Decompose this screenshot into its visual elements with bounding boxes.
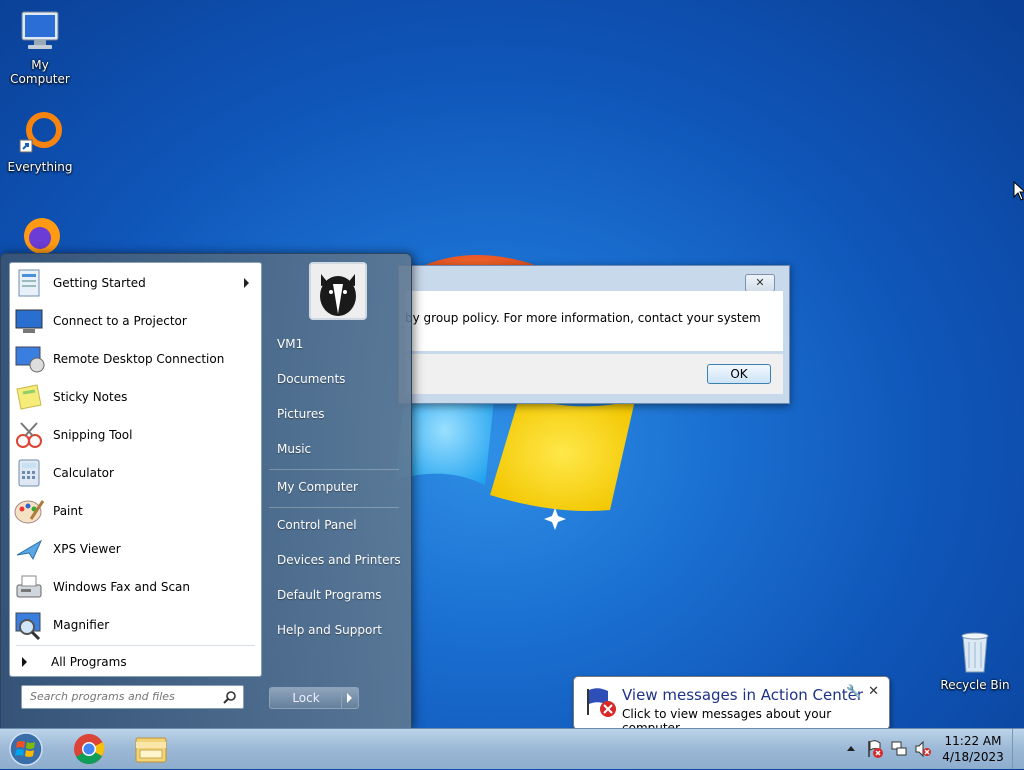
- clock-date: 4/18/2023: [942, 750, 1004, 764]
- action-center-tray-icon[interactable]: [866, 739, 884, 759]
- program-item-snipping-tool[interactable]: Snipping Tool: [10, 417, 261, 453]
- dialog-message: by group policy. For more information, c…: [405, 311, 761, 325]
- place-item-music[interactable]: Music: [269, 436, 404, 462]
- program-item-xps-viewer[interactable]: XPS Viewer: [10, 531, 261, 567]
- program-label: Magnifier: [53, 618, 110, 632]
- program-label: Windows Fax and Scan: [53, 580, 191, 594]
- places-separator: [269, 469, 399, 470]
- clock-time: 11:22 AM: [944, 734, 1002, 748]
- balloon-close-icon[interactable]: ✕: [868, 684, 879, 699]
- program-item-sticky-notes[interactable]: Sticky Notes: [10, 379, 261, 415]
- balloon-title: View messages in Action Center: [622, 686, 864, 704]
- paint-icon: [13, 495, 45, 527]
- desktop-icon-my-computer[interactable]: My Computer: [0, 10, 80, 86]
- submenu-arrow-icon: [244, 278, 249, 288]
- remote-desktop-icon: [13, 343, 45, 375]
- program-item-magnifier[interactable]: Magnifier: [10, 607, 261, 643]
- program-item-calculator[interactable]: Calculator: [10, 455, 261, 491]
- program-item-getting-started[interactable]: Getting Started: [10, 265, 261, 301]
- all-programs-button[interactable]: All Programs: [10, 651, 261, 673]
- shutdown-options-arrow-button[interactable]: [341, 687, 359, 709]
- program-label: Remote Desktop Connection: [53, 352, 225, 366]
- taskbar-explorer-button[interactable]: [126, 732, 176, 766]
- projector-icon: [13, 305, 45, 337]
- program-label: XPS Viewer: [53, 542, 121, 556]
- programs-pane: Getting Started Connect to a Projector R…: [9, 262, 262, 677]
- program-label: Calculator: [53, 466, 114, 480]
- program-label: Getting Started: [53, 276, 146, 290]
- sticky-notes-icon: [13, 381, 45, 413]
- explorer-icon: [135, 737, 167, 763]
- program-label: Connect to a Projector: [53, 314, 187, 328]
- getting-started-icon: [13, 267, 45, 299]
- all-programs-label: All Programs: [51, 655, 127, 669]
- magnifier-icon: [13, 609, 45, 641]
- ok-button[interactable]: OK: [707, 364, 771, 384]
- volume-muted-icon[interactable]: [914, 740, 932, 758]
- program-item-paint[interactable]: Paint: [10, 493, 261, 529]
- place-item-pictures[interactable]: Pictures: [269, 401, 404, 427]
- program-label: Paint: [53, 504, 83, 518]
- recycle-bin-icon: [951, 630, 999, 674]
- system-clock[interactable]: 11:22 AM 4/18/2023: [940, 733, 1006, 765]
- place-item-devices-printers[interactable]: Devices and Printers: [269, 547, 404, 573]
- wrench-icon[interactable]: 🔧: [846, 684, 861, 698]
- taskbar-chrome-button[interactable]: [64, 732, 114, 766]
- search-box[interactable]: [21, 685, 244, 709]
- place-item-my-computer[interactable]: My Computer: [269, 474, 404, 500]
- desktop-icon-label: Everything: [7, 160, 73, 174]
- mouse-cursor-icon: [1013, 181, 1024, 201]
- dialog-body: by group policy. For more information, c…: [405, 291, 783, 351]
- dialog-close-button[interactable]: ✕: [745, 274, 775, 292]
- xps-viewer-icon: [13, 533, 45, 565]
- place-item-control-panel[interactable]: Control Panel: [269, 512, 404, 538]
- firefox-icon: [16, 214, 64, 258]
- programs-separator: [16, 645, 255, 646]
- start-button[interactable]: [4, 731, 48, 767]
- user-avatar[interactable]: [309, 262, 367, 320]
- places-separator: [269, 507, 399, 508]
- desktop-icon-label: My Computer: [10, 58, 70, 86]
- all-programs-arrow-icon: [22, 657, 27, 667]
- program-item-fax-scan[interactable]: Windows Fax and Scan: [10, 569, 261, 605]
- computer-icon: [16, 10, 64, 54]
- place-item-documents[interactable]: Documents: [269, 366, 404, 392]
- windows-orb-icon: [9, 732, 43, 766]
- search-input[interactable]: [28, 689, 217, 704]
- taskbar: 11:22 AM 4/18/2023: [0, 728, 1024, 769]
- program-item-connect-projector[interactable]: Connect to a Projector: [10, 303, 261, 339]
- start-menu: Getting Started Connect to a Projector R…: [0, 253, 412, 729]
- calculator-icon: [13, 457, 45, 489]
- snipping-tool-icon: [13, 419, 45, 451]
- place-item-user[interactable]: VM1: [269, 331, 404, 357]
- lock-button[interactable]: Lock: [269, 687, 343, 709]
- place-item-default-programs[interactable]: Default Programs: [269, 582, 404, 608]
- program-label: Snipping Tool: [53, 428, 133, 442]
- chrome-icon: [74, 734, 105, 765]
- place-item-help-support[interactable]: Help and Support: [269, 617, 404, 643]
- program-item-remote-desktop[interactable]: Remote Desktop Connection: [10, 341, 261, 377]
- desktop-icon-everything[interactable]: Everything: [0, 112, 80, 174]
- show-desktop-button[interactable]: [1012, 729, 1024, 769]
- program-label: Sticky Notes: [53, 390, 128, 404]
- dialog-footer: OK: [405, 354, 783, 394]
- action-center-flag-icon: [587, 688, 616, 717]
- action-center-balloon[interactable]: View messages in Action Center Click to …: [573, 676, 890, 739]
- search-icon: [223, 691, 236, 704]
- show-hidden-icons-button[interactable]: [846, 744, 856, 752]
- fax-scan-icon: [13, 571, 45, 603]
- network-icon[interactable]: [890, 740, 908, 758]
- everything-icon: [16, 112, 64, 156]
- desktop-icon-label: Recycle Bin: [940, 678, 1010, 692]
- desktop-icon-recycle-bin[interactable]: Recycle Bin: [935, 630, 1015, 692]
- policy-message-dialog: ✕ by group policy. For more information,…: [398, 265, 790, 404]
